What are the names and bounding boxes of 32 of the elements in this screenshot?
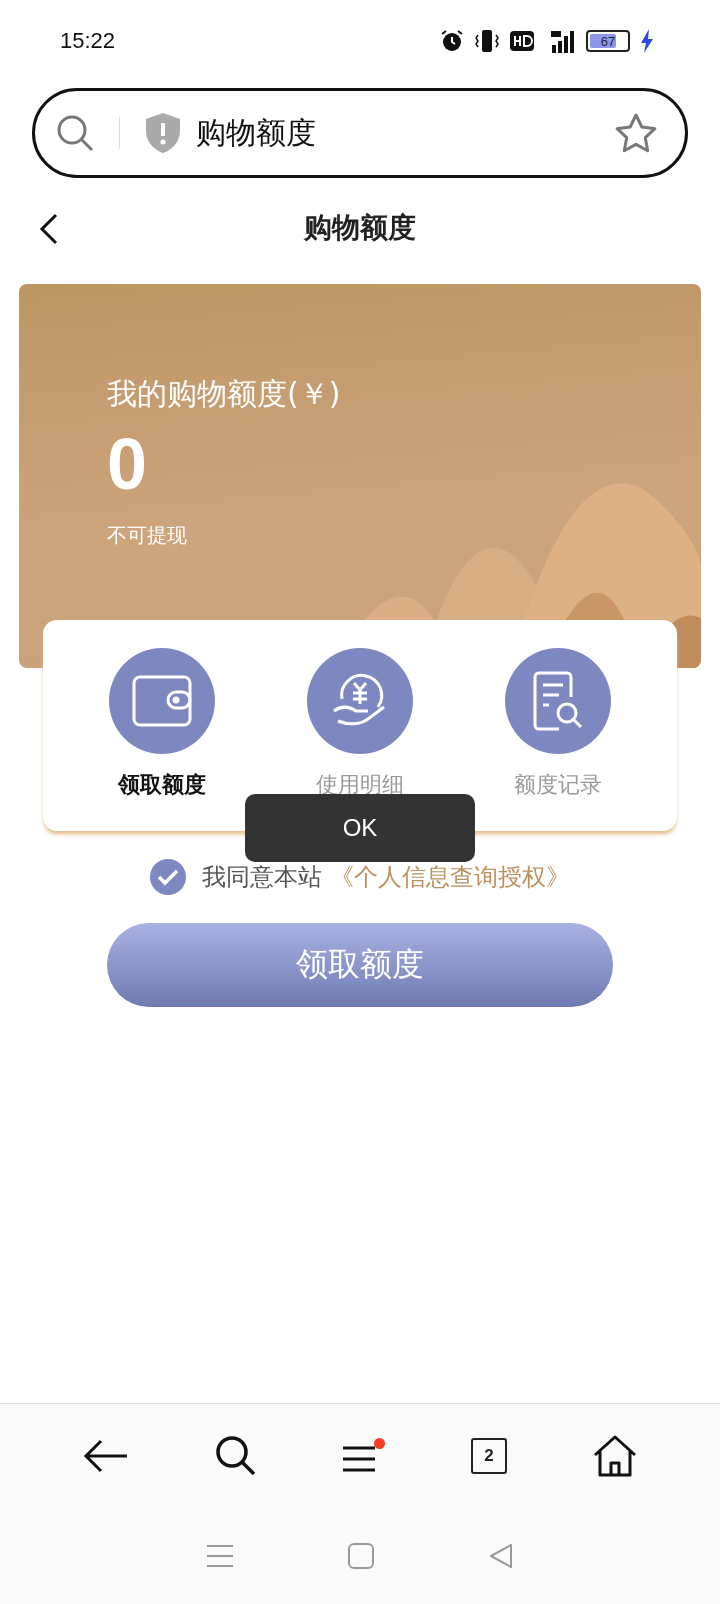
document-search-icon <box>531 671 585 731</box>
quota-label: 我的购物额度(￥) <box>107 375 341 413</box>
back-triangle-icon[interactable] <box>488 1543 513 1569</box>
hd-icon <box>510 31 534 51</box>
home-icon[interactable] <box>593 1435 637 1477</box>
menu-icon[interactable] <box>343 1438 385 1474</box>
address-text: 购物额度 <box>196 113 317 152</box>
vibrate-icon <box>474 29 500 53</box>
quota-note: 不可提现 <box>107 522 187 550</box>
search-icon[interactable] <box>215 1435 257 1477</box>
action-item[interactable]: 领取额度 <box>87 648 237 831</box>
back-arrow-icon[interactable] <box>83 1438 129 1474</box>
authorization-link[interactable]: 《个人信息查询授权》 <box>330 861 570 893</box>
agreement-text: 我同意本站 <box>202 862 322 893</box>
quota-amount: 0 <box>107 425 148 505</box>
agree-checkbox[interactable] <box>150 859 186 895</box>
charging-icon <box>640 29 654 53</box>
check-icon <box>157 868 179 886</box>
star-icon[interactable] <box>615 113 657 153</box>
claim-button[interactable]: 领取额度 <box>107 923 613 1007</box>
battery-indicator: 67 <box>586 30 630 52</box>
action-item[interactable]: 额度记录 <box>483 648 633 831</box>
search-icon <box>55 113 95 153</box>
message-toast: OK <box>245 794 475 862</box>
wallet-icon <box>132 675 192 727</box>
page-title: 购物额度 <box>304 210 416 246</box>
alarm-icon <box>440 29 464 53</box>
address-bar[interactable]: 购物额度 <box>32 88 688 178</box>
status-time: 15:22 <box>60 28 116 54</box>
home-square-icon[interactable] <box>348 1543 374 1569</box>
tabs-button[interactable]: 2 <box>471 1438 507 1474</box>
shield-icon <box>144 112 182 154</box>
